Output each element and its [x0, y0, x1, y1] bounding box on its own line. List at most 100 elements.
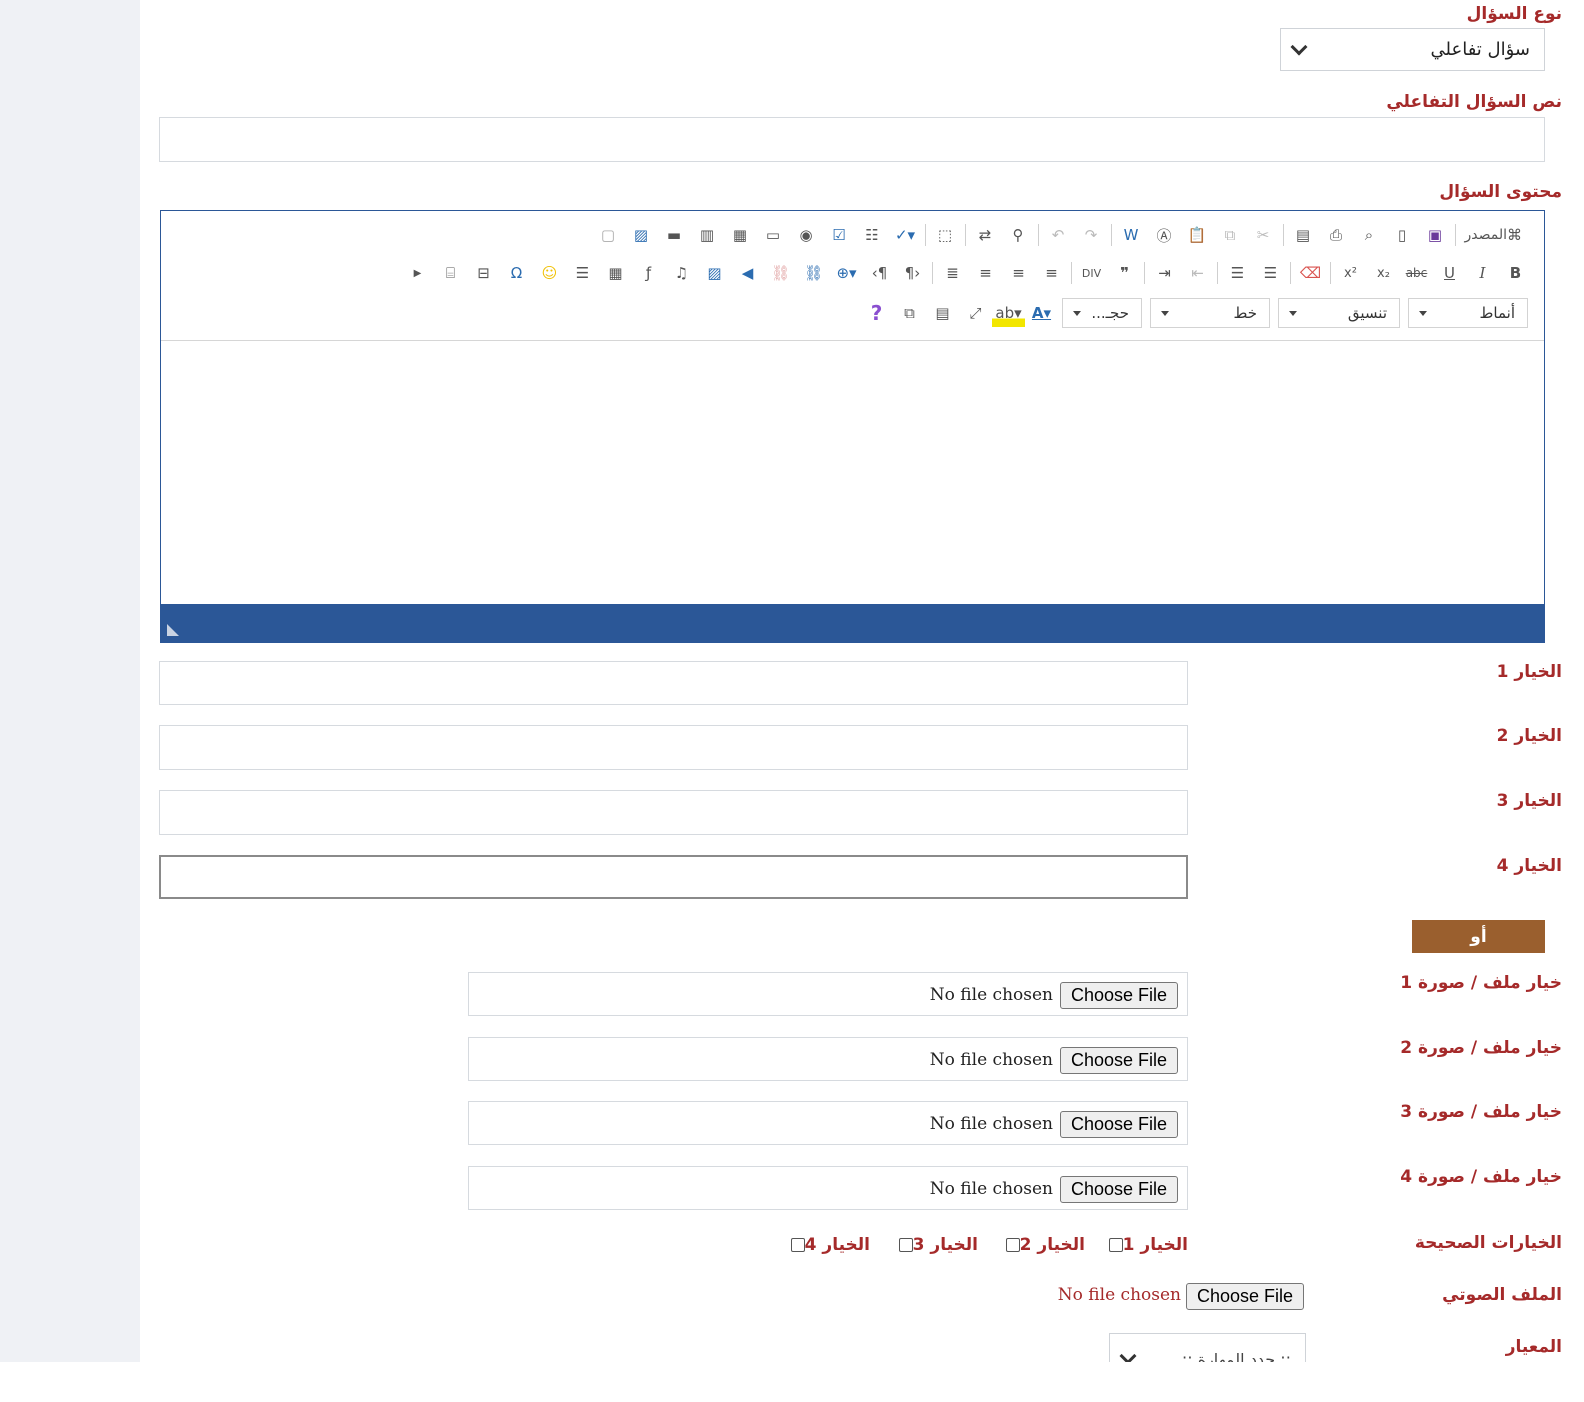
- bulleted-list-icon[interactable]: ☰: [1221, 259, 1254, 287]
- cut-icon[interactable]: ✂: [1247, 221, 1280, 249]
- correct-choice-4[interactable]: الخيار 4: [787, 1235, 870, 1255]
- correct-choice-1[interactable]: الخيار 1: [1105, 1235, 1188, 1255]
- about-icon[interactable]: ⧉: [893, 299, 926, 327]
- save-icon[interactable]: ▣: [1419, 221, 1452, 249]
- page-break-icon[interactable]: ⊟: [467, 259, 500, 287]
- button-field-icon[interactable]: ▬: [658, 221, 691, 249]
- background-color-icon[interactable]: ab▾: [992, 299, 1025, 327]
- separator: [1330, 262, 1331, 284]
- italic-icon[interactable]: I: [1466, 259, 1499, 287]
- strikethrough-icon[interactable]: abc: [1400, 259, 1433, 287]
- choice-1-input[interactable]: [159, 661, 1188, 705]
- choice-4-input[interactable]: [159, 855, 1188, 899]
- criterion-label: المعيار: [1505, 1337, 1562, 1357]
- ltr-icon[interactable]: ¶›: [896, 259, 929, 287]
- correct-choice-3[interactable]: الخيار 3: [895, 1235, 978, 1255]
- choice-2-input[interactable]: [159, 725, 1188, 770]
- redo-icon[interactable]: ↷: [1075, 221, 1108, 249]
- resize-handle-icon[interactable]: [167, 624, 179, 636]
- smiley-icon[interactable]: ☺: [533, 259, 566, 287]
- special-char-icon[interactable]: Ω: [500, 259, 533, 287]
- spellcheck-icon[interactable]: ✓▾: [889, 221, 922, 249]
- anchor-icon[interactable]: ◀: [731, 259, 764, 287]
- indent-icon[interactable]: ⇥: [1148, 259, 1181, 287]
- text-color-icon[interactable]: A▾: [1025, 299, 1058, 327]
- separator: [1144, 262, 1145, 284]
- help-icon[interactable]: ?: [860, 299, 893, 327]
- hidden-field-icon[interactable]: ▢: [592, 221, 625, 249]
- subscript-icon[interactable]: x₂: [1367, 259, 1400, 287]
- outdent-icon[interactable]: ⇤: [1181, 259, 1214, 287]
- templates-icon[interactable]: ▤: [1287, 221, 1320, 249]
- styles-combo[interactable]: أنماط: [1408, 298, 1528, 328]
- checkbox[interactable]: [1108, 1238, 1123, 1252]
- image-button-icon[interactable]: ▨: [625, 221, 658, 249]
- justify-icon[interactable]: ≣: [936, 259, 969, 287]
- rtl-icon[interactable]: ‹¶: [863, 259, 896, 287]
- link-icon[interactable]: ⛓: [797, 259, 830, 287]
- chevron-down-icon: [1119, 1347, 1137, 1362]
- align-center-icon[interactable]: ≡: [1002, 259, 1035, 287]
- size-combo[interactable]: حجـ...: [1062, 298, 1142, 328]
- preview-icon[interactable]: ⌕: [1353, 221, 1386, 249]
- replace-icon[interactable]: ⇄: [969, 221, 1002, 249]
- horizontal-rule-icon[interactable]: ☰: [566, 259, 599, 287]
- show-blocks-icon[interactable]: ▤: [926, 299, 959, 327]
- checkbox-icon[interactable]: ☑: [823, 221, 856, 249]
- numbered-list-icon[interactable]: ☰: [1254, 259, 1287, 287]
- interactive-text-input[interactable]: [159, 117, 1545, 162]
- unlink-icon[interactable]: ⛓: [764, 259, 797, 287]
- radio-icon[interactable]: ◉: [790, 221, 823, 249]
- new-page-icon[interactable]: ▯: [1386, 221, 1419, 249]
- maximize-icon[interactable]: ⤢: [959, 299, 992, 327]
- format-combo[interactable]: تنسيق: [1278, 298, 1400, 328]
- file-choice-1-field: Choose File No file chosen: [468, 972, 1188, 1016]
- align-right-icon[interactable]: ≡: [969, 259, 1002, 287]
- remove-format-icon[interactable]: ⌫: [1294, 259, 1327, 287]
- undo-icon[interactable]: ↶: [1042, 221, 1075, 249]
- choice-3-input[interactable]: [159, 790, 1188, 835]
- choose-file-button[interactable]: Choose File: [1059, 982, 1178, 1009]
- choose-file-button[interactable]: Choose File: [1059, 1047, 1178, 1074]
- flash-icon[interactable]: ƒ: [632, 259, 665, 287]
- select-field-icon[interactable]: ▥: [691, 221, 724, 249]
- copy-icon[interactable]: ⧉: [1214, 221, 1247, 249]
- editor-content-area[interactable]: [161, 342, 1544, 604]
- font-combo[interactable]: خط: [1150, 298, 1270, 328]
- underline-icon[interactable]: U: [1433, 259, 1466, 287]
- bold-icon[interactable]: B: [1499, 259, 1532, 287]
- choose-file-button[interactable]: Choose File: [1059, 1111, 1178, 1138]
- choose-file-button[interactable]: Choose File: [1059, 1176, 1178, 1203]
- find-icon[interactable]: ⚲: [1002, 221, 1035, 249]
- align-left-icon[interactable]: ≡: [1035, 259, 1068, 287]
- textarea-icon[interactable]: ▦: [724, 221, 757, 249]
- correct-choice-2[interactable]: الخيار 2: [1002, 1235, 1085, 1255]
- blockquote-icon[interactable]: ❞: [1108, 259, 1141, 287]
- text-field-icon[interactable]: ▭: [757, 221, 790, 249]
- select-all-icon[interactable]: ⬚: [929, 221, 962, 249]
- print-icon[interactable]: ⎙: [1320, 221, 1353, 249]
- font-combo-label: خط: [1233, 304, 1257, 322]
- chevron-down-icon: [1419, 311, 1427, 316]
- superscript-icon[interactable]: x²: [1334, 259, 1367, 287]
- separator: [1217, 262, 1218, 284]
- language-icon[interactable]: ⊕▾: [830, 259, 863, 287]
- checkbox[interactable]: [1005, 1238, 1020, 1252]
- iframe-icon[interactable]: ⌸: [434, 259, 467, 287]
- interactive-text-label: نص السؤال التفاعلي: [1386, 92, 1562, 112]
- paste-word-icon[interactable]: W: [1115, 221, 1148, 249]
- youtube-icon[interactable]: ▶: [401, 259, 434, 287]
- paste-text-icon[interactable]: Ⓐ: [1148, 221, 1181, 249]
- form-icon[interactable]: ☷: [856, 221, 889, 249]
- image-icon[interactable]: ▨: [698, 259, 731, 287]
- criterion-select[interactable]: :: حدد المهارة ::: [1109, 1333, 1306, 1362]
- media-icon[interactable]: ♫: [665, 259, 698, 287]
- question-type-select[interactable]: سؤال تفاعلي: [1280, 28, 1545, 71]
- paste-icon[interactable]: 📋: [1181, 221, 1214, 249]
- checkbox[interactable]: [898, 1238, 913, 1252]
- table-icon[interactable]: ▦: [599, 259, 632, 287]
- checkbox[interactable]: [790, 1238, 805, 1252]
- source-button[interactable]: المصدر ⌘: [1459, 221, 1533, 249]
- div-container-icon[interactable]: DIV: [1075, 259, 1108, 287]
- audio-choose-file-button[interactable]: Choose File: [1186, 1283, 1305, 1310]
